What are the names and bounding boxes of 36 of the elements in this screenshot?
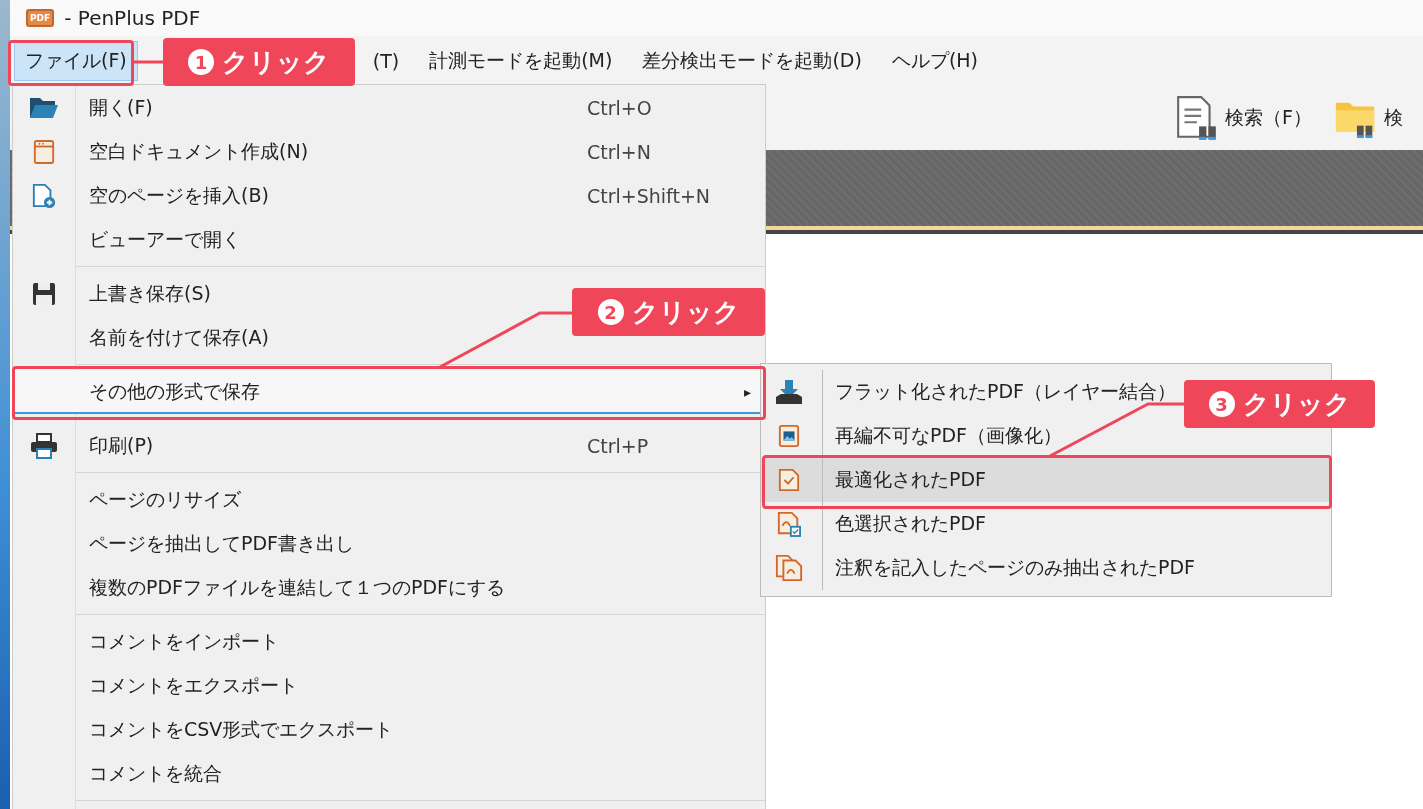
printer-icon: [30, 433, 58, 459]
menu-item[interactable]: 空白ドキュメント作成(N) Ctrl+N: [13, 130, 765, 174]
menu-item[interactable]: 最適化されたPDF: [761, 458, 1331, 502]
menu-item[interactable]: (T): [361, 41, 411, 81]
menu-item[interactable]: コメントをインポート: [13, 620, 765, 664]
step-number: 3: [1208, 391, 1235, 417]
color-file-icon: [777, 511, 801, 537]
callout-text: クリック: [631, 295, 740, 329]
document-binoculars-icon: [1175, 95, 1219, 141]
menu-item[interactable]: 差分検出モードを起動(D): [631, 41, 873, 81]
menu-item[interactable]: ビューアーで開く: [13, 218, 765, 262]
check-file-icon: [778, 468, 800, 492]
menu-item[interactable]: コメントをCSV形式でエクスポート: [13, 708, 765, 752]
app-icon: PDF: [26, 9, 55, 27]
menu-item[interactable]: 計測モードを起動(M): [418, 41, 624, 81]
menu-item[interactable]: ファイル(F): [14, 41, 138, 81]
window-title: - PenPlus PDF: [64, 6, 201, 30]
document-icon: [33, 139, 55, 165]
add-page-icon: [32, 183, 56, 209]
menu-item[interactable]: 空のページを挿入(B) Ctrl+Shift+N: [13, 174, 765, 218]
callout-text: クリック: [1242, 387, 1351, 421]
menu-item[interactable]: 色選択されたPDF: [761, 502, 1331, 546]
menu-item[interactable]: 開く(F) Ctrl+O: [13, 86, 765, 130]
folder-icon: [29, 96, 59, 120]
download-icon: [775, 379, 803, 405]
menu-item[interactable]: コメントをエクスポート: [13, 664, 765, 708]
menu-item[interactable]: コメントを統合: [13, 752, 765, 796]
image-file-icon: [778, 424, 800, 448]
menu-item[interactable]: 注釈を記入したページのみ抽出されたPDF: [761, 546, 1331, 590]
pages-icon: [775, 554, 803, 582]
search-button[interactable]: 検: [1333, 95, 1403, 141]
search-button[interactable]: 検索（F）: [1175, 95, 1312, 141]
step-number: 2: [597, 299, 624, 325]
callout-text: クリック: [222, 45, 330, 79]
menu-item[interactable]: ヘルプ(H): [880, 41, 989, 81]
step-number: 1: [188, 49, 214, 75]
